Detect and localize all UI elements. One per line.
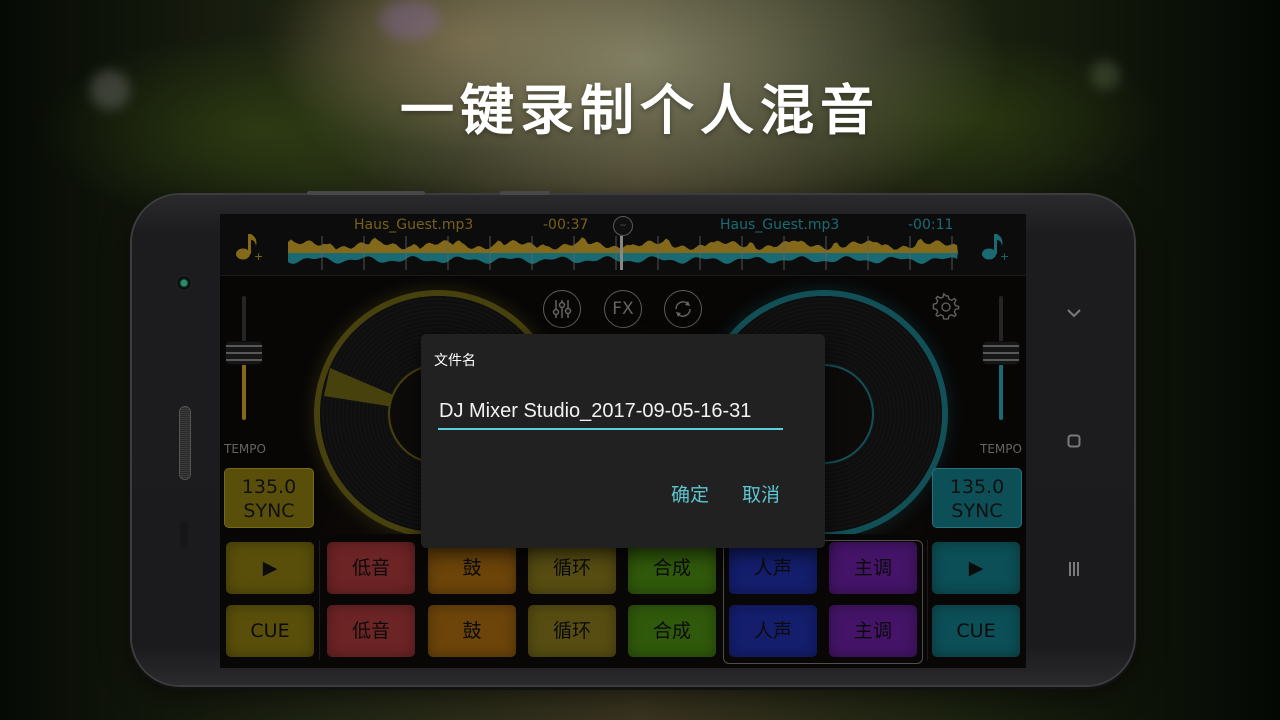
- microphone: [180, 522, 188, 548]
- left-cue-button[interactable]: CUE: [226, 605, 314, 657]
- right-sync-button[interactable]: 135.0 SYNC: [932, 468, 1022, 528]
- right-bpm: 135.0: [949, 476, 1005, 498]
- pad-label: 循环: [552, 620, 591, 642]
- volume-button: [307, 191, 425, 195]
- lead-pad[interactable]: 主调: [829, 542, 917, 594]
- loop-pad[interactable]: 循环: [528, 605, 616, 657]
- crossfade-playhead-icon[interactable]: ~: [613, 216, 633, 236]
- pad-label: 低音: [351, 557, 390, 579]
- confirm-button[interactable]: 确定: [671, 480, 709, 507]
- power-button: [500, 191, 550, 195]
- promo-headline: 一键录制个人混音: [400, 79, 880, 142]
- left-bpm: 135.0: [241, 476, 297, 498]
- play-icon: ▶: [968, 557, 984, 579]
- filename-dialog: 文件名 确定 取消: [421, 334, 825, 548]
- synth-pad[interactable]: 合成: [628, 605, 716, 657]
- left-tempo-label: TEMPO: [224, 442, 266, 456]
- cue-label: CUE: [956, 620, 996, 642]
- music-note-plus-icon[interactable]: +: [234, 230, 264, 263]
- background-light: [380, 0, 440, 40]
- equalizer-sliders-icon: [552, 300, 572, 318]
- right-sync-label: SYNC: [951, 500, 1003, 522]
- divider: [319, 540, 320, 660]
- svg-text:+: +: [1000, 250, 1009, 262]
- loop-pad[interactable]: 循环: [528, 542, 616, 594]
- tempo-knob[interactable]: [226, 341, 262, 364]
- fx-button[interactable]: FX: [604, 290, 642, 328]
- right-tempo-slider[interactable]: [981, 296, 1021, 426]
- loop-sync-button[interactable]: [664, 290, 702, 328]
- gear-icon[interactable]: [928, 292, 964, 328]
- tempo-fill: [242, 363, 246, 420]
- right-cue-button[interactable]: CUE: [932, 605, 1020, 657]
- pad-label: 鼓: [462, 620, 482, 642]
- lead-pad[interactable]: 主调: [829, 605, 917, 657]
- left-sync-button[interactable]: 135.0 SYNC: [224, 468, 314, 528]
- pad-label: 人声: [753, 620, 792, 642]
- divider: [927, 540, 928, 660]
- square-home-icon[interactable]: [1062, 433, 1086, 452]
- earpiece-speaker: [180, 407, 190, 479]
- left-track-name: Haus_Guest.mp3: [354, 217, 474, 233]
- pad-panel: ▶ CUE 低音鼓循环 合成 人声 主调 低音鼓循环 合成 人声 主调 ▶ CUE: [220, 534, 1026, 668]
- waveform-display[interactable]: [288, 236, 958, 270]
- front-camera: [176, 275, 192, 291]
- bass-pad[interactable]: 低音: [327, 605, 415, 657]
- waveform-bar: + + Haus_Guest.mp3 -00:37 Haus_Guest.mp3…: [220, 214, 1026, 276]
- left-tempo-slider[interactable]: [224, 296, 264, 426]
- vocal-pad[interactable]: 人声: [729, 542, 817, 594]
- pad-label: 主调: [853, 620, 892, 642]
- filename-input[interactable]: [438, 394, 783, 430]
- playhead[interactable]: [620, 236, 623, 270]
- right-time-remaining: -00:11: [908, 217, 954, 233]
- three-bars-menu-icon[interactable]: [1062, 561, 1086, 581]
- pad-label: 循环: [552, 557, 591, 579]
- pad-label: 合成: [652, 557, 691, 579]
- right-tempo-label: TEMPO: [980, 442, 1022, 456]
- pad-label: 鼓: [462, 557, 482, 579]
- pad-label: 低音: [351, 620, 390, 642]
- pad-label: 主调: [853, 557, 892, 579]
- cue-label: CUE: [250, 620, 290, 642]
- left-play-button[interactable]: ▶: [226, 542, 314, 594]
- tempo-knob[interactable]: [983, 341, 1019, 364]
- tempo-fill: [999, 363, 1003, 420]
- drum-pad[interactable]: 鼓: [428, 605, 516, 657]
- play-icon: ▶: [262, 557, 278, 579]
- pad-label: 人声: [753, 557, 792, 579]
- drum-pad[interactable]: 鼓: [428, 542, 516, 594]
- mixer-button[interactable]: [543, 290, 581, 328]
- right-play-button[interactable]: ▶: [932, 542, 1020, 594]
- left-time-remaining: -00:37: [543, 217, 589, 233]
- bass-pad[interactable]: 低音: [327, 542, 415, 594]
- pad-label: 合成: [652, 620, 691, 642]
- music-note-plus-icon[interactable]: +: [980, 230, 1010, 263]
- dialog-title: 文件名: [434, 353, 476, 369]
- left-sync-label: SYNC: [243, 500, 295, 522]
- vocal-pad[interactable]: 人声: [729, 605, 817, 657]
- right-track-name: Haus_Guest.mp3: [720, 217, 840, 233]
- svg-text:+: +: [254, 250, 263, 262]
- fx-icon: FX: [612, 299, 634, 319]
- chevron-down-icon[interactable]: [1062, 303, 1086, 322]
- refresh-cycle-icon: [675, 301, 691, 317]
- synth-pad[interactable]: 合成: [628, 542, 716, 594]
- cancel-button[interactable]: 取消: [742, 480, 780, 507]
